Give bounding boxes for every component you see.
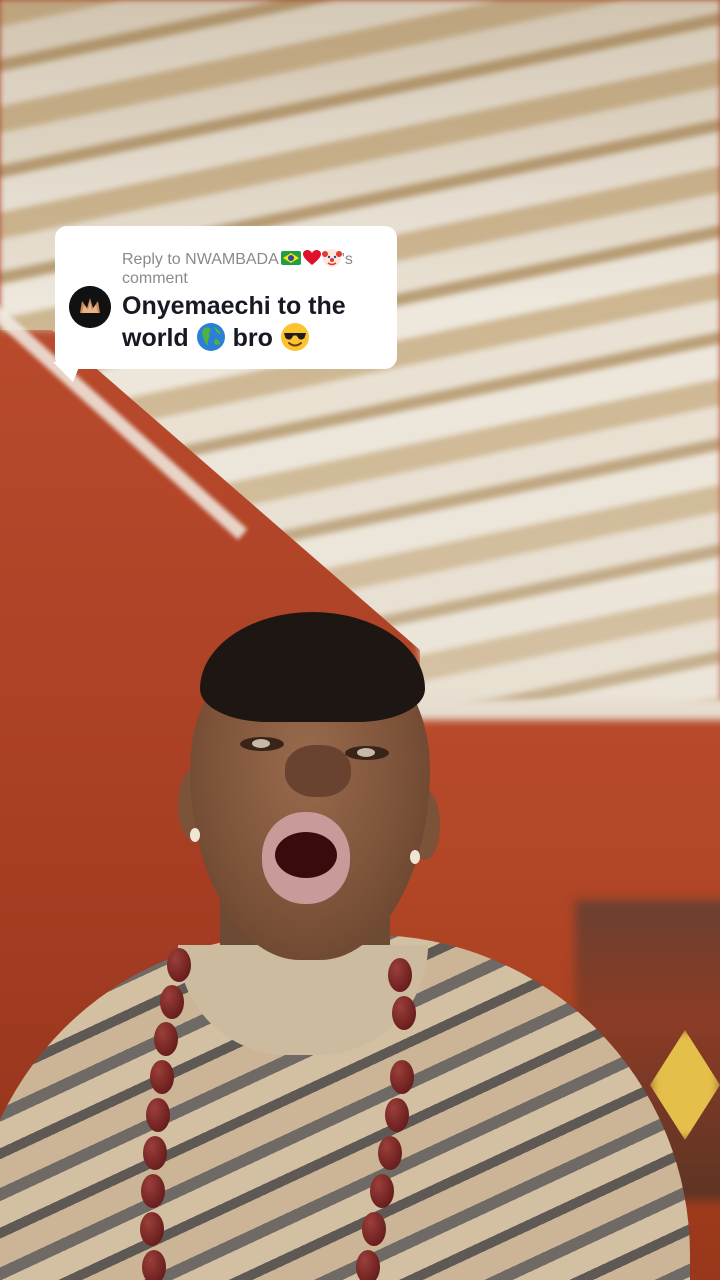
smiling-face-sunglasses-icon [280, 323, 309, 351]
reply-bubble-tail [53, 362, 81, 382]
reply-to-prefix: Reply to NWAMBADA [122, 251, 279, 268]
person-eye-left [240, 737, 284, 751]
video-frame[interactable]: Reply to NWAMBADA's comment Onyemaechi t… [0, 0, 720, 1280]
reply-comment-text: Onyemaechi to the world bro [122, 290, 387, 354]
earring-right [410, 850, 420, 864]
brazil-flag-icon [280, 251, 301, 265]
person-eye-right [345, 746, 389, 760]
person-nose [285, 745, 351, 797]
earring-left [190, 828, 200, 842]
reply-text-bro: bro [232, 324, 273, 352]
clown-face-icon [321, 249, 342, 267]
commenter-avatar[interactable] [69, 286, 111, 328]
crown-logo-icon [69, 286, 111, 328]
red-heart-icon [302, 250, 321, 265]
reply-text-world: world [122, 324, 189, 352]
reply-to-label: Reply to NWAMBADA's comment [122, 248, 387, 288]
person-mouth-open [275, 832, 337, 878]
reply-text-line1: Onyemaechi to the [122, 292, 346, 320]
globe-americas-icon [196, 323, 225, 351]
